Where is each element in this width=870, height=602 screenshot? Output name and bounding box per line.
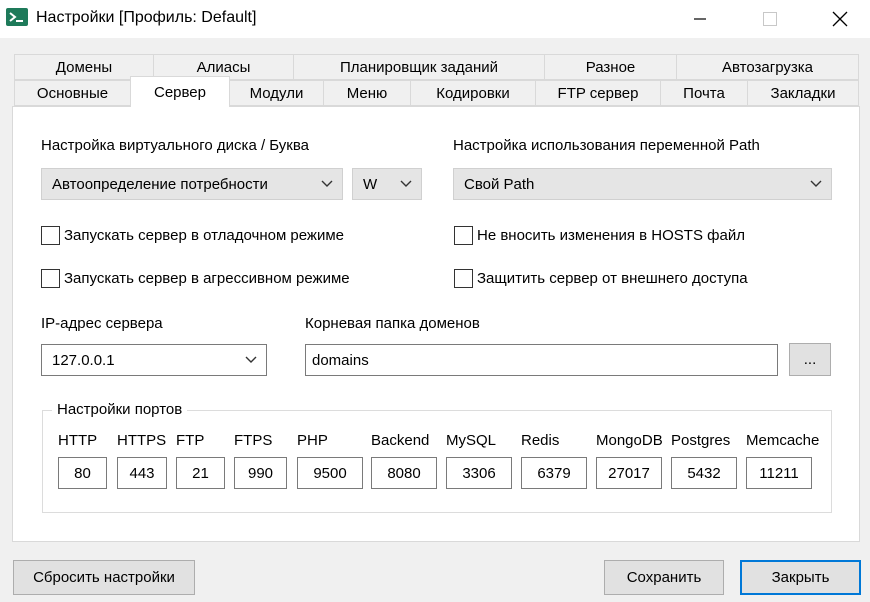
debug-mode-checkbox[interactable]: Запускать сервер в отладочном режиме: [41, 226, 344, 245]
checkbox-box[interactable]: [41, 226, 60, 245]
terminal-icon: [6, 8, 28, 26]
root-folder-input[interactable]: domains: [305, 344, 778, 376]
port-input-http[interactable]: 80: [58, 457, 107, 489]
port-input-redis[interactable]: 6379: [521, 457, 587, 489]
port-label-php: PHP: [297, 432, 328, 449]
checkbox-box[interactable]: [454, 269, 473, 288]
aggressive-mode-checkbox[interactable]: Запускать сервер в агрессивном режиме: [41, 269, 350, 288]
minimize-button[interactable]: [676, 0, 724, 38]
port-label-redis: Redis: [521, 432, 560, 449]
close-window-button[interactable]: [816, 0, 864, 38]
hosts-checkbox[interactable]: Не вносить изменения в HOSTS файл: [454, 226, 745, 245]
drive-letter-select[interactable]: W: [352, 168, 422, 200]
port-input-ftp[interactable]: 21: [176, 457, 225, 489]
port-input-php[interactable]: 9500: [297, 457, 363, 489]
checkbox-box[interactable]: [41, 269, 60, 288]
chevron-down-icon: [400, 180, 412, 187]
tab-misc[interactable]: Разное: [544, 54, 677, 80]
port-label-ftps: FTPS: [234, 432, 273, 449]
tab-encodings[interactable]: Кодировки: [410, 80, 536, 106]
port-input-memcache[interactable]: 11211: [746, 457, 812, 489]
port-input-mongodb[interactable]: 27017: [596, 457, 662, 489]
vdisk-select-value: Автоопределение потребности: [52, 175, 268, 193]
root-folder-label: Корневая папка доменов: [305, 315, 480, 332]
tab-scheduler[interactable]: Планировщик заданий: [293, 54, 545, 80]
browse-button[interactable]: ...: [789, 343, 831, 376]
window-title: Настройки [Профиль: Default]: [36, 9, 257, 26]
checkbox-box[interactable]: [454, 226, 473, 245]
save-button[interactable]: Сохранить: [604, 560, 724, 595]
path-select[interactable]: Свой Path: [453, 168, 832, 200]
port-input-postgres[interactable]: 5432: [671, 457, 737, 489]
protect-label: Защитить сервер от внешнего доступа: [477, 270, 748, 287]
chevron-down-icon: [321, 180, 333, 187]
tab-general[interactable]: Основные: [14, 80, 131, 106]
chevron-down-icon: [810, 180, 822, 187]
drive-letter-value: W: [363, 175, 378, 193]
tab-mail[interactable]: Почта: [660, 80, 748, 106]
reset-settings-button[interactable]: Сбросить настройки: [13, 560, 195, 595]
tab-ftp-server[interactable]: FTP сервер: [535, 80, 661, 106]
port-label-ftp: FTP: [176, 432, 205, 449]
port-input-https[interactable]: 443: [117, 457, 167, 489]
tab-autostart[interactable]: Автозагрузка: [676, 54, 859, 80]
tab-server[interactable]: Сервер: [130, 76, 230, 107]
maximize-button[interactable]: [746, 0, 794, 38]
protect-checkbox[interactable]: Защитить сервер от внешнего доступа: [454, 269, 748, 288]
ip-select-value: 127.0.0.1: [52, 351, 115, 369]
port-input-ftps[interactable]: 990: [234, 457, 287, 489]
path-label: Настройка использования переменной Path: [453, 137, 760, 154]
port-label-mysql: MySQL: [446, 432, 497, 449]
path-select-value: Свой Path: [464, 175, 535, 193]
port-label-postgres: Postgres: [671, 432, 731, 449]
port-label-https: HTTPS: [117, 432, 167, 449]
port-input-backend[interactable]: 8080: [371, 457, 437, 489]
port-input-mysql[interactable]: 3306: [446, 457, 512, 489]
tab-menu[interactable]: Меню: [323, 80, 411, 106]
hosts-label: Не вносить изменения в HOSTS файл: [477, 227, 745, 244]
title-bar: Настройки [Профиль: Default]: [0, 0, 870, 38]
ports-group-title: Настройки портов: [52, 401, 188, 418]
chevron-down-icon: [245, 356, 257, 363]
debug-mode-label: Запускать сервер в отладочном режиме: [64, 227, 345, 244]
port-label-http: HTTP: [58, 432, 98, 449]
port-label-backend: Backend: [371, 432, 430, 449]
ip-label: IP-адрес сервера: [41, 315, 163, 332]
tab-bookmarks[interactable]: Закладки: [747, 80, 859, 106]
close-button[interactable]: Закрыть: [740, 560, 861, 595]
port-label-memcache: Memcache: [746, 432, 820, 449]
vdisk-select[interactable]: Автоопределение потребности: [41, 168, 343, 200]
vdisk-label: Настройка виртуального диска / Буква: [41, 137, 310, 154]
ip-select[interactable]: 127.0.0.1: [41, 344, 267, 376]
tab-modules[interactable]: Модули: [229, 80, 324, 106]
aggressive-mode-label: Запускать сервер в агрессивном режиме: [64, 270, 350, 287]
port-label-mongodb: MongoDB: [596, 432, 663, 449]
